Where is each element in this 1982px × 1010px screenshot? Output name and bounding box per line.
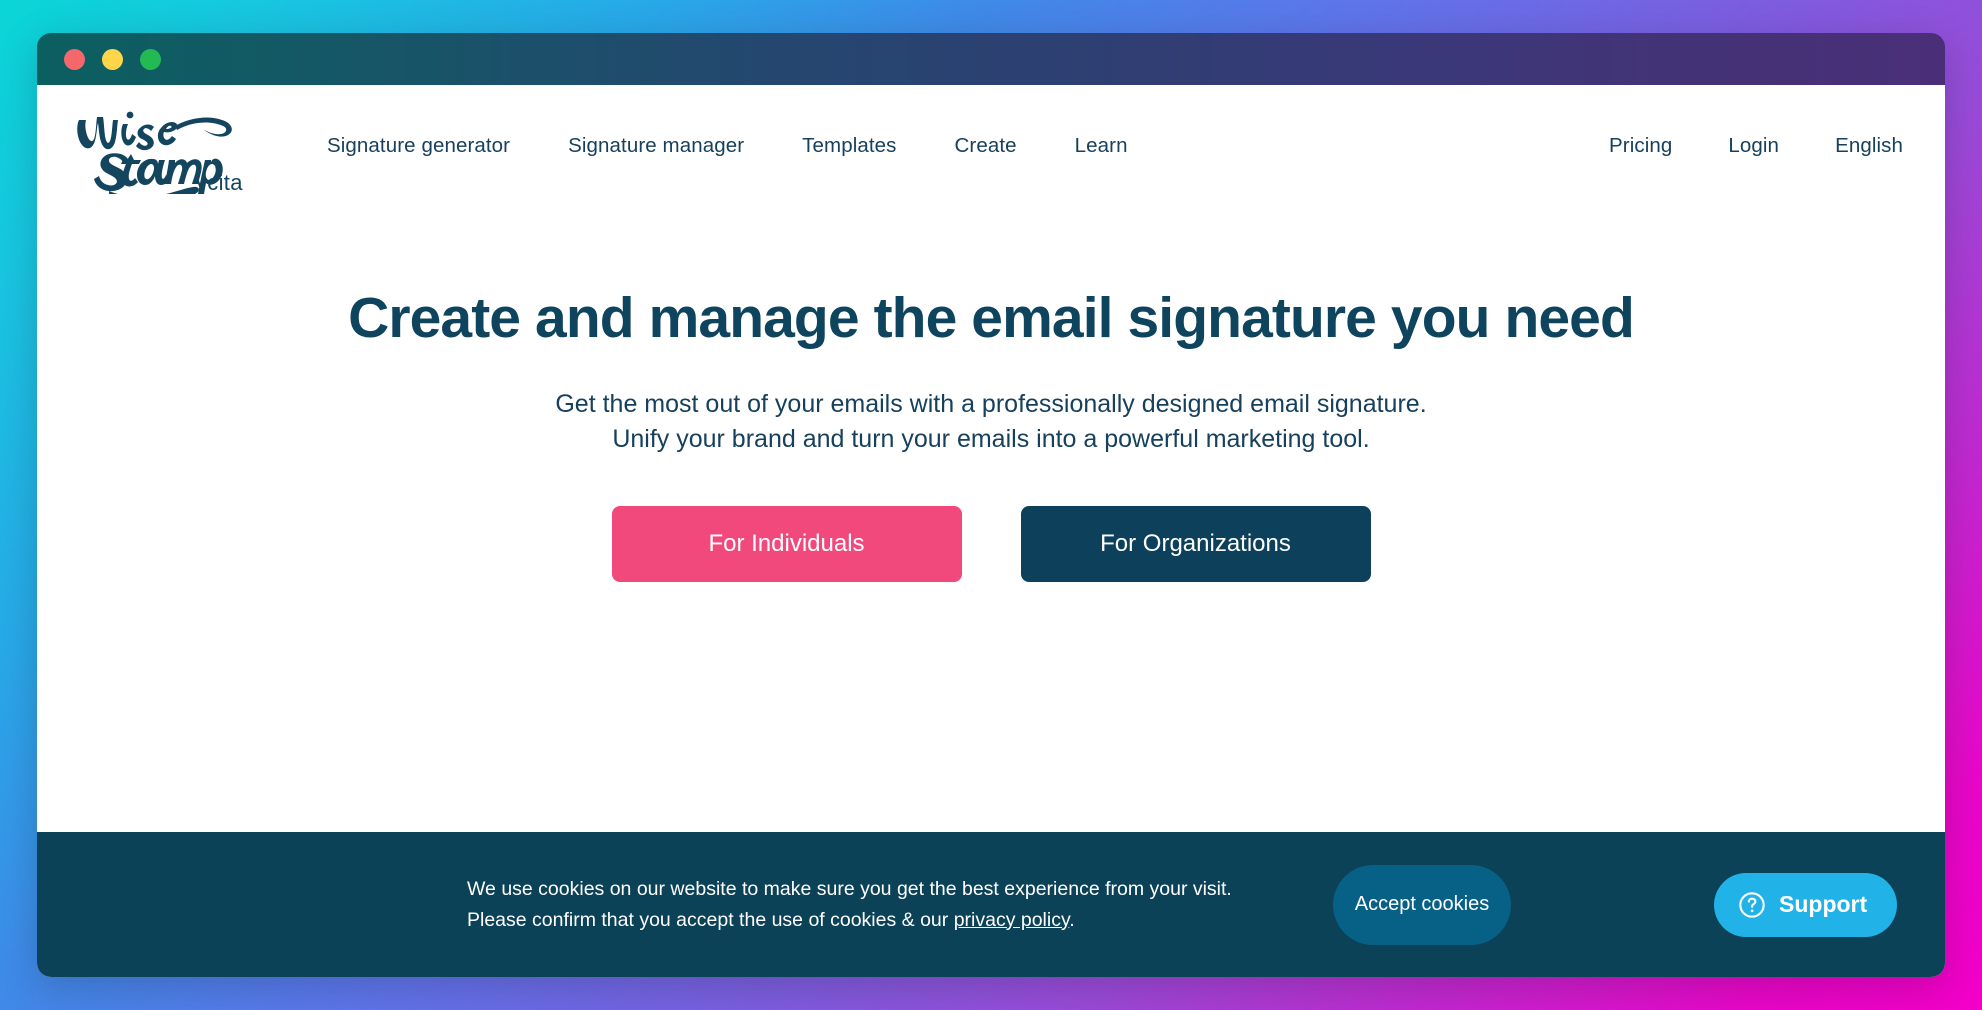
- accept-cookies-button[interactable]: Accept cookies: [1333, 864, 1511, 945]
- nav-item-login[interactable]: Login: [1728, 126, 1779, 166]
- privacy-policy-link[interactable]: privacy policy: [954, 909, 1070, 931]
- page-title: Create and manage the email signature yo…: [348, 286, 1635, 350]
- page-content: vcita Signature generator Signature mana…: [37, 85, 1945, 977]
- wisestamp-logo[interactable]: vcita: [65, 98, 261, 194]
- nav-item-learn[interactable]: Learn: [1075, 126, 1128, 166]
- support-button[interactable]: Support: [1714, 872, 1898, 937]
- secondary-navigation: Pricing Login English: [1609, 126, 1911, 166]
- site-header: vcita Signature generator Signature mana…: [37, 85, 1945, 207]
- window-maximize-button[interactable]: [140, 48, 161, 70]
- support-button-label: Support: [1779, 891, 1868, 917]
- nav-item-signature-manager[interactable]: Signature manager: [568, 126, 744, 166]
- cta-button-row: For Individuals For Organizations: [37, 505, 1945, 582]
- cookie-text-part-2: .: [1069, 908, 1075, 931]
- for-organizations-button[interactable]: For Organizations: [1020, 505, 1371, 582]
- main-navigation: Signature generator Signature manager Te…: [327, 126, 1128, 166]
- language-selector[interactable]: English: [1835, 126, 1903, 166]
- nav-item-templates[interactable]: Templates: [802, 126, 896, 166]
- nav-item-signature-generator[interactable]: Signature generator: [327, 126, 510, 166]
- browser-titlebar: [37, 33, 1945, 85]
- hero-section: Create and manage the email signature yo…: [37, 207, 1945, 582]
- nav-item-pricing[interactable]: Pricing: [1609, 126, 1672, 166]
- svg-text:vcita: vcita: [196, 170, 243, 194]
- window-minimize-button[interactable]: [102, 48, 123, 70]
- question-circle-icon: [1739, 891, 1765, 918]
- hero-subtitle-line-1: Get the most out of your emails with a p…: [555, 389, 1427, 418]
- browser-window: vcita Signature generator Signature mana…: [37, 33, 1945, 977]
- cookie-consent-text: We use cookies on our website to make su…: [467, 874, 1257, 934]
- hero-subtitle: Get the most out of your emails with a p…: [37, 387, 1945, 458]
- hero-subtitle-line-2: Unify your brand and turn your emails in…: [612, 425, 1370, 454]
- for-individuals-button[interactable]: For Individuals: [611, 505, 962, 582]
- nav-item-create[interactable]: Create: [955, 126, 1017, 166]
- cookie-text-part-1: We use cookies on our website to make su…: [467, 878, 1232, 931]
- window-close-button[interactable]: [64, 48, 85, 70]
- cookie-consent-banner: We use cookies on our website to make su…: [37, 832, 1945, 977]
